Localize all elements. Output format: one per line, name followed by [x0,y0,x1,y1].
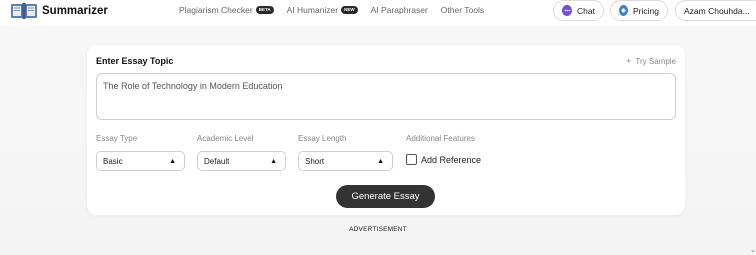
generate-essay-button[interactable]: Generate Essay [336,185,435,208]
essay-length-value: Short [305,156,325,166]
try-sample-label: Try Sample [635,56,676,66]
main-nav: Plagiarism Checker BETA AI Humanizer NEW… [179,5,484,15]
caret-up-icon: ▲ [270,157,277,165]
chevron-down-icon: ⌄ [750,247,756,254]
chat-bubble-icon [562,5,573,16]
book-logo-icon [11,3,37,19]
essay-type-label: Essay Type [96,134,138,143]
essay-type-select[interactable]: Basic ▲ [96,151,185,171]
plus-icon: + [626,56,632,66]
brand-name: Summarizer [42,5,108,17]
top-header: Summarizer Plagiarism Checker BETA AI Hu… [0,0,756,24]
caret-up-icon: ▲ [169,157,176,165]
essay-type-value: Basic [103,156,123,166]
new-badge: NEW [341,6,358,14]
nav-ai-humanizer-label: AI Humanizer [286,5,339,15]
nav-other-tools-label: Other Tools [440,5,485,15]
add-reference-toggle[interactable]: Add Reference [406,154,481,165]
caret-up-icon: ▲ [377,157,384,165]
try-sample-button[interactable]: + Try Sample [626,56,676,66]
user-menu-button[interactable]: Azam Chouhda... [675,0,756,21]
essay-topic-input[interactable] [96,73,676,120]
essay-form-card: Enter Essay Topic + Try Sample Essay Typ… [87,45,685,215]
chat-button[interactable]: Chat [553,0,604,21]
nav-ai-paraphraser[interactable]: AI Paraphraser [371,5,428,15]
nav-plagiarism-checker-label: Plagiarism Checker [179,5,253,15]
form-title: Enter Essay Topic [96,56,174,66]
additional-features-label: Additional Features [406,134,475,143]
advertisement-label: ADVERTISEMENT [349,226,407,233]
add-reference-checkbox[interactable] [406,154,417,165]
pricing-tag-icon [619,5,629,16]
academic-level-select[interactable]: Default ▲ [197,151,286,171]
chat-label: Chat [577,5,595,16]
pricing-button[interactable]: Pricing [610,0,668,21]
academic-level-value: Default [204,156,230,166]
nav-plagiarism-checker[interactable]: Plagiarism Checker BETA [179,5,274,15]
add-reference-label: Add Reference [421,154,482,165]
academic-level-label: Academic Level [197,134,254,143]
nav-other-tools[interactable]: Other Tools [441,5,484,15]
nav-ai-paraphraser-label: AI Paraphraser [370,5,428,15]
user-name: Azam Chouhda... [684,5,750,16]
essay-length-select[interactable]: Short ▲ [298,151,393,171]
nav-ai-humanizer[interactable]: AI Humanizer NEW [287,5,358,15]
essay-length-label: Essay Length [298,134,347,143]
pricing-label: Pricing [633,5,659,16]
beta-badge: BETA [255,6,274,14]
brand-logo[interactable]: Summarizer [10,1,108,21]
